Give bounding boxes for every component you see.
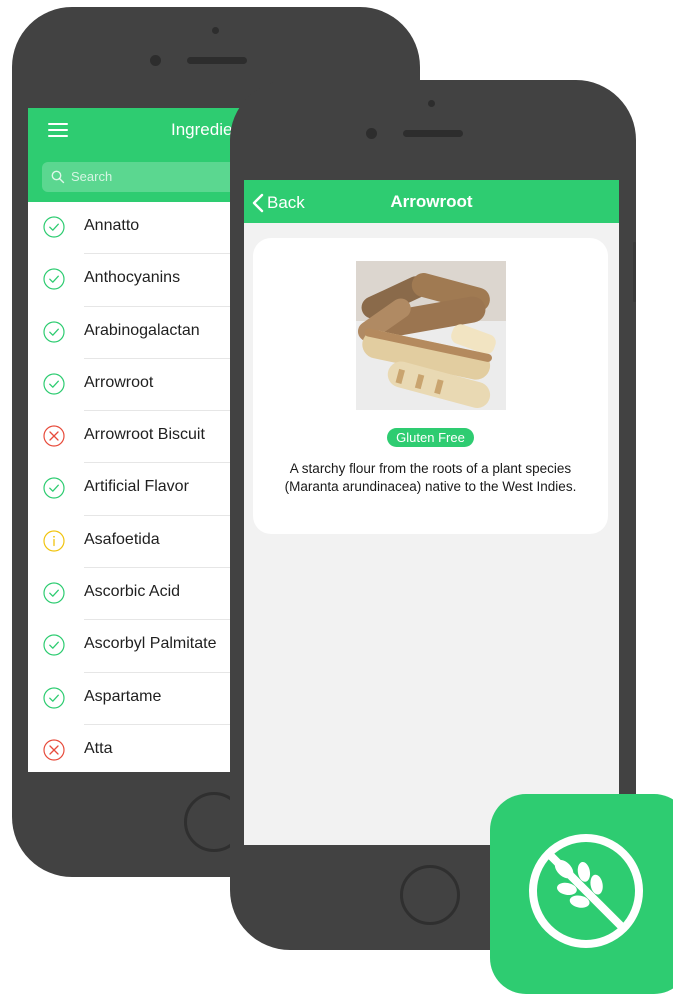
- home-button[interactable]: [400, 865, 460, 925]
- earpiece-speaker: [403, 130, 463, 137]
- list-item[interactable]: Anthocyanins: [28, 254, 244, 307]
- list-item[interactable]: Ascorbyl Palmitate: [28, 620, 244, 673]
- front-camera: [150, 55, 161, 66]
- check-circle-icon: [43, 268, 65, 290]
- list-item-label: Anthocyanins: [84, 269, 181, 287]
- list-item[interactable]: Ascorbic Acid: [28, 568, 244, 621]
- side-button: [633, 242, 636, 302]
- list-item-label: Aspartame: [84, 687, 162, 705]
- list-item-label: Artificial Flavor: [84, 478, 189, 496]
- check-circle-icon: [43, 216, 65, 238]
- info-circle-icon: [43, 530, 65, 552]
- list-item[interactable]: Annatto: [28, 202, 244, 255]
- list-item[interactable]: Artificial Flavor: [28, 463, 244, 516]
- ingredient-photo: [356, 261, 506, 410]
- list-item[interactable]: Arrowroot: [28, 359, 244, 412]
- check-circle-icon: [43, 582, 65, 604]
- list-item-label: Asafoetida: [84, 530, 160, 548]
- list-item[interactable]: Arrowroot Biscuit: [28, 411, 244, 464]
- hamburger-icon[interactable]: [48, 123, 68, 137]
- search-icon: [51, 170, 65, 184]
- check-circle-icon: [43, 477, 65, 500]
- ingredient-detail-screen: Back Arrowroot Gluten Free A starchy flo…: [244, 180, 619, 845]
- search-placeholder: Search: [71, 169, 113, 184]
- list-item-label: Arrowroot: [84, 373, 154, 391]
- front-camera: [366, 128, 377, 139]
- list-item-label: Annatto: [84, 217, 140, 234]
- earpiece-speaker: [187, 57, 247, 64]
- check-circle-icon: [43, 373, 65, 395]
- ingredient-card: Gluten Free A starchy flour from the roo…: [253, 238, 608, 534]
- ingredient-description: A starchy flour from the roots of a plan…: [284, 461, 577, 494]
- detail-app-bar: Back Arrowroot: [244, 180, 619, 223]
- ingredients-list-screen: Ingredients Search Annatto Anthocyanins Ar…: [28, 108, 244, 772]
- list-item-label: Atta: [84, 739, 113, 757]
- check-circle-icon: [43, 687, 65, 709]
- search-input[interactable]: Search: [42, 162, 244, 192]
- front-sensor: [428, 100, 435, 107]
- x-circle-icon: [43, 739, 65, 761]
- check-circle-icon: [43, 320, 65, 343]
- list-item[interactable]: Arabinogalactan: [28, 307, 244, 359]
- app-icon: [490, 794, 673, 994]
- front-sensor: [212, 27, 219, 34]
- list-item-label: Ascorbyl Palmitate: [84, 635, 217, 653]
- no-wheat-icon: [529, 834, 643, 948]
- list-item-label: Arabinogalactan: [84, 321, 200, 339]
- x-circle-icon: [43, 425, 65, 447]
- list-item[interactable]: Atta: [28, 725, 244, 772]
- detail-title: Arrowroot: [390, 192, 473, 211]
- list-item[interactable]: Asafoetida: [28, 516, 244, 569]
- list-item-label: Ascorbic Acid: [84, 583, 181, 601]
- list-item[interactable]: Aspartame: [28, 673, 244, 725]
- check-circle-icon: [43, 634, 65, 656]
- list-item-label: Arrowroot Biscuit: [84, 426, 205, 444]
- ingredient-list: Annatto Anthocyanins Arabinogalactan Arrowr…: [28, 202, 244, 772]
- gluten-free-badge: Gluten Free: [387, 428, 474, 447]
- list-app-bar: Ingredients Search: [28, 108, 244, 202]
